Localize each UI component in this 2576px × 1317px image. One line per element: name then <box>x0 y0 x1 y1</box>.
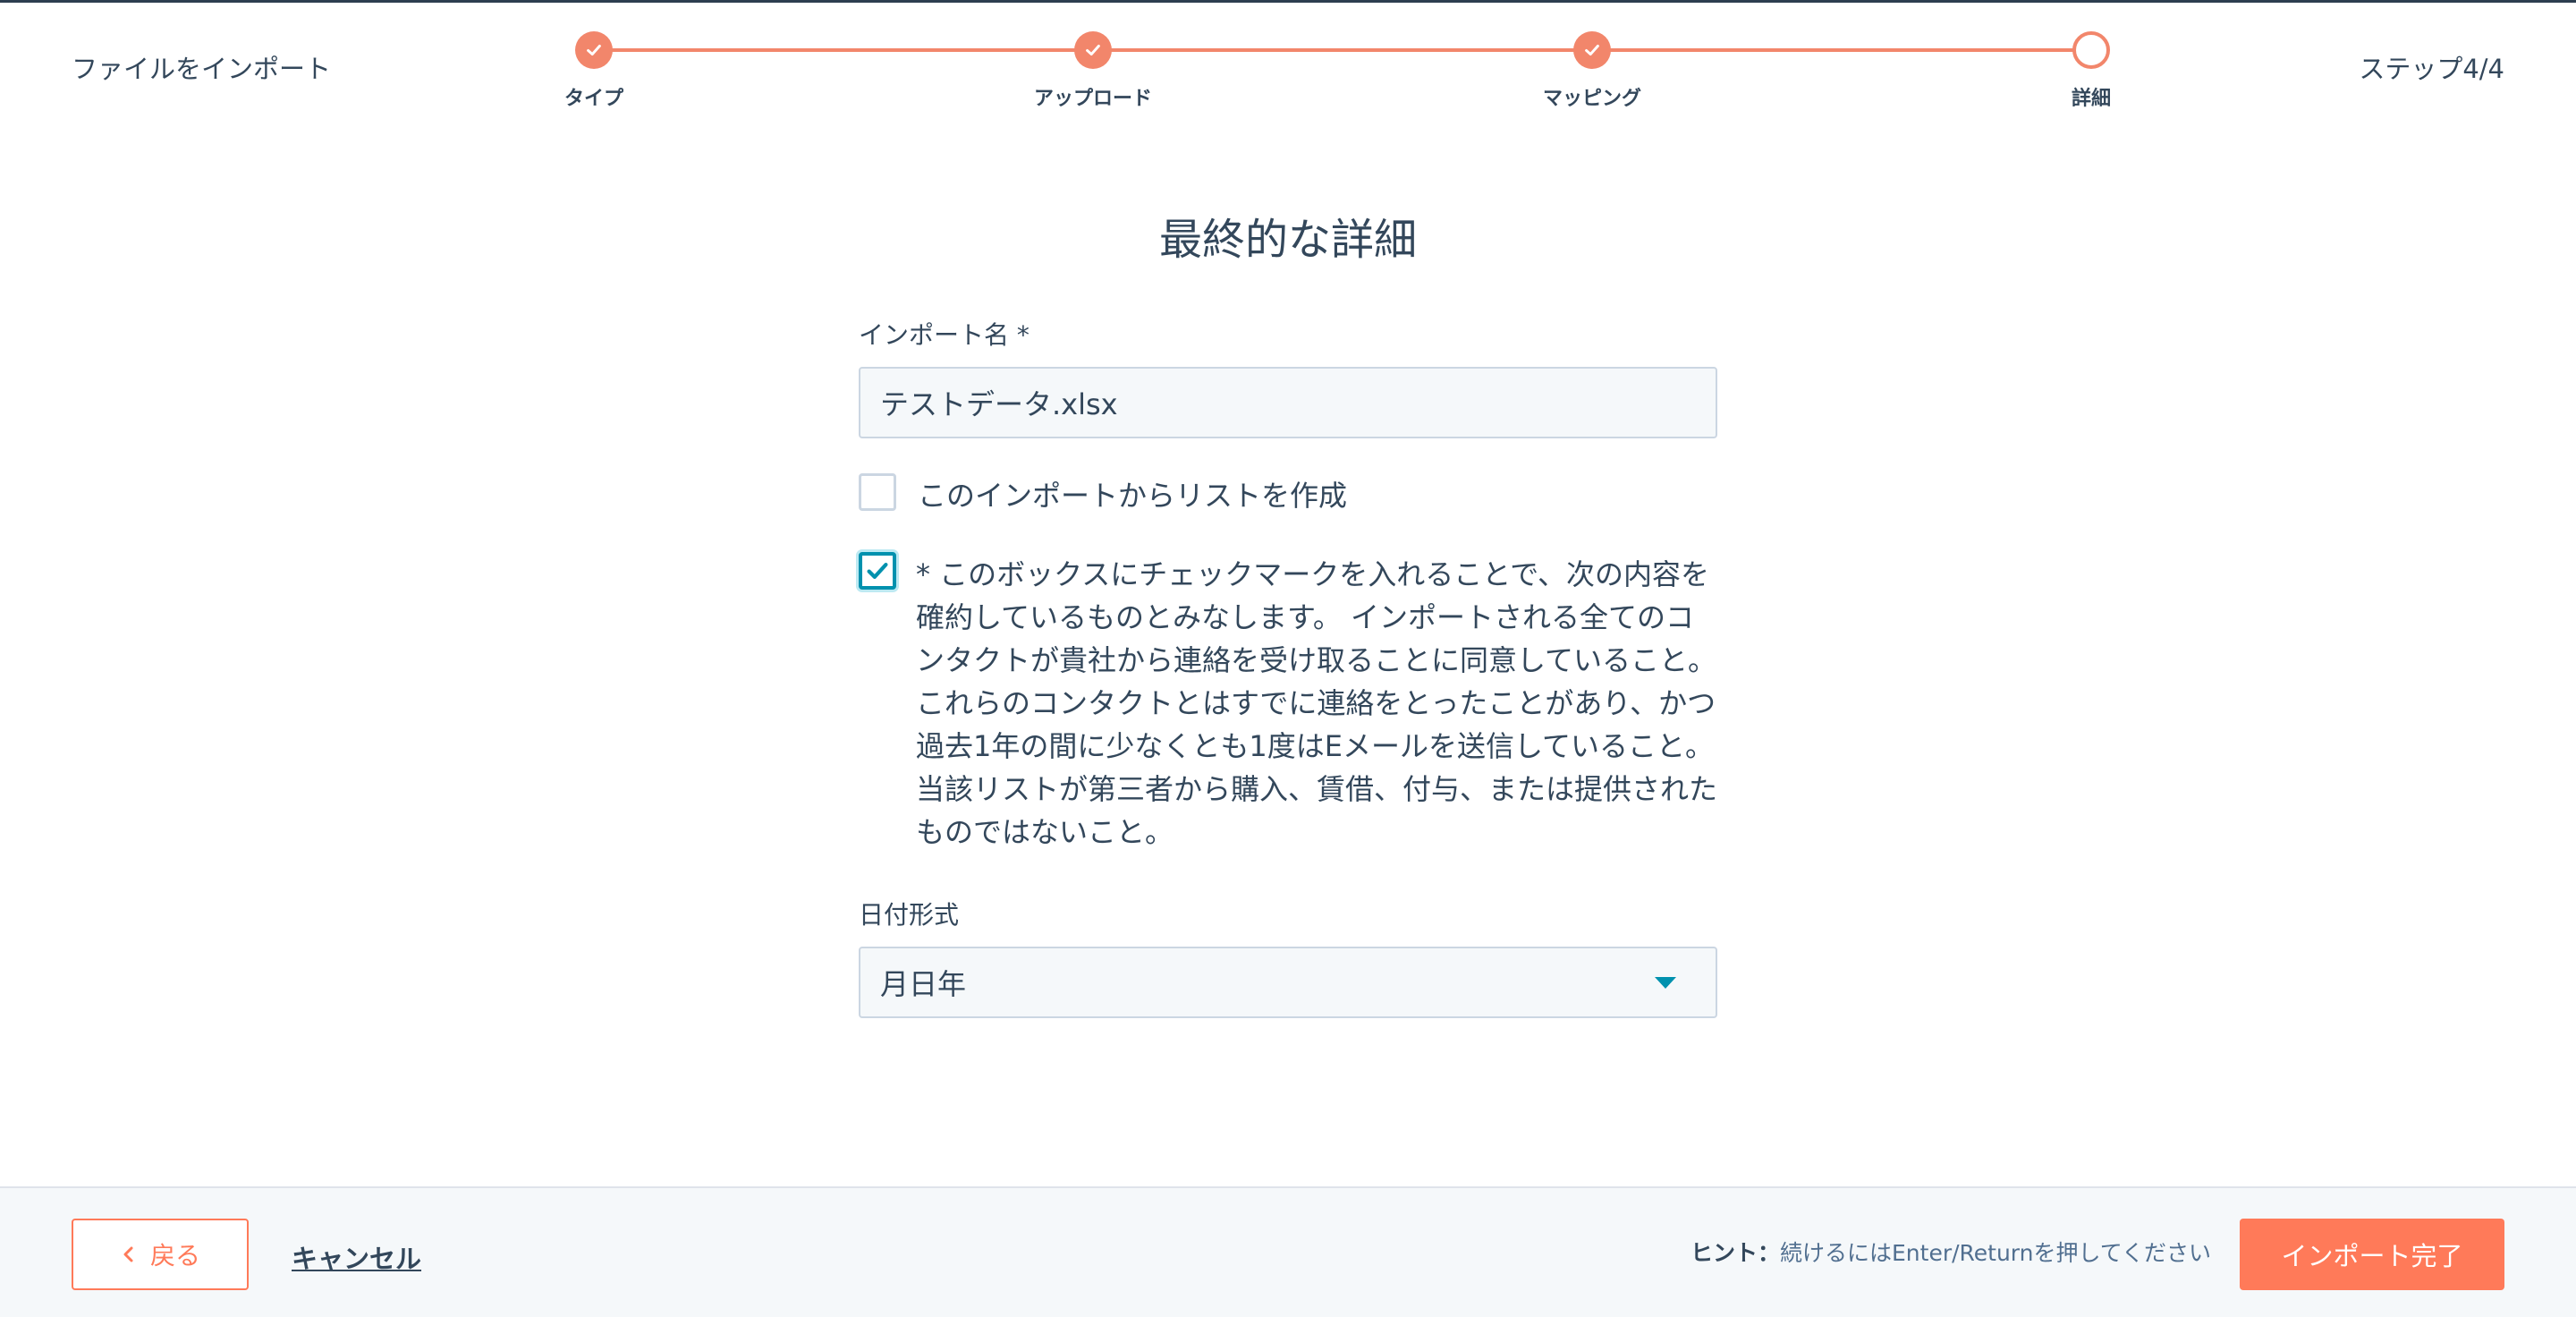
step-complete-icon <box>575 31 613 69</box>
cancel-link[interactable]: キャンセル <box>292 1238 421 1276</box>
step-complete-icon <box>1573 31 1611 69</box>
page-title: 最終的な詳細 <box>1158 215 1417 265</box>
progress-stepper: タイプ アップロード マッピング 詳細 <box>564 31 2111 112</box>
step-indicator: ステップ4/4 <box>2359 54 2504 84</box>
finish-import-button[interactable]: インポート完了 <box>2240 1219 2504 1290</box>
back-button[interactable]: 戻る <box>72 1219 249 1290</box>
step-complete-icon <box>1074 31 1112 69</box>
footer-bar: 戻る キャンセル ヒント：続けるにはEnter/Returnを押してください イ… <box>0 1186 2576 1317</box>
top-border <box>0 0 2576 3</box>
back-button-label: 戻る <box>149 1241 200 1270</box>
checkmark-icon <box>867 563 888 579</box>
hint-text: 続けるにはEnter/Returnを押してください <box>1780 1240 2211 1266</box>
step-label: 詳細 <box>2071 88 2111 110</box>
import-name-input[interactable] <box>859 367 1717 438</box>
page-header-title: ファイルをインポート <box>72 54 332 84</box>
create-list-checkbox[interactable] <box>859 473 896 511</box>
chevron-left-icon <box>123 1246 133 1262</box>
date-format-label: 日付形式 <box>859 900 960 930</box>
stepper-line <box>594 48 2091 52</box>
create-list-label[interactable]: このインポートからリストを作成 <box>918 474 1347 517</box>
keyboard-hint: ヒント：続けるにはEnter/Returnを押してください <box>1690 1238 2211 1269</box>
step-label: マッピング <box>1542 88 1641 110</box>
date-format-value: 月日年 <box>880 967 967 1001</box>
consent-text[interactable]: * このボックスにチェックマークを入れることで、次の内容を確約しているものとみな… <box>916 553 1721 854</box>
caret-down-icon <box>1655 976 1676 989</box>
import-name-label: インポート名 * <box>859 320 1030 350</box>
step-current-icon <box>2072 31 2110 69</box>
step-label: アップロード <box>1033 88 1152 110</box>
step-label: タイプ <box>564 88 623 110</box>
hint-prefix: ヒント： <box>1690 1240 1780 1266</box>
date-format-select[interactable]: 月日年 <box>859 947 1717 1018</box>
consent-checkbox[interactable] <box>859 552 896 590</box>
